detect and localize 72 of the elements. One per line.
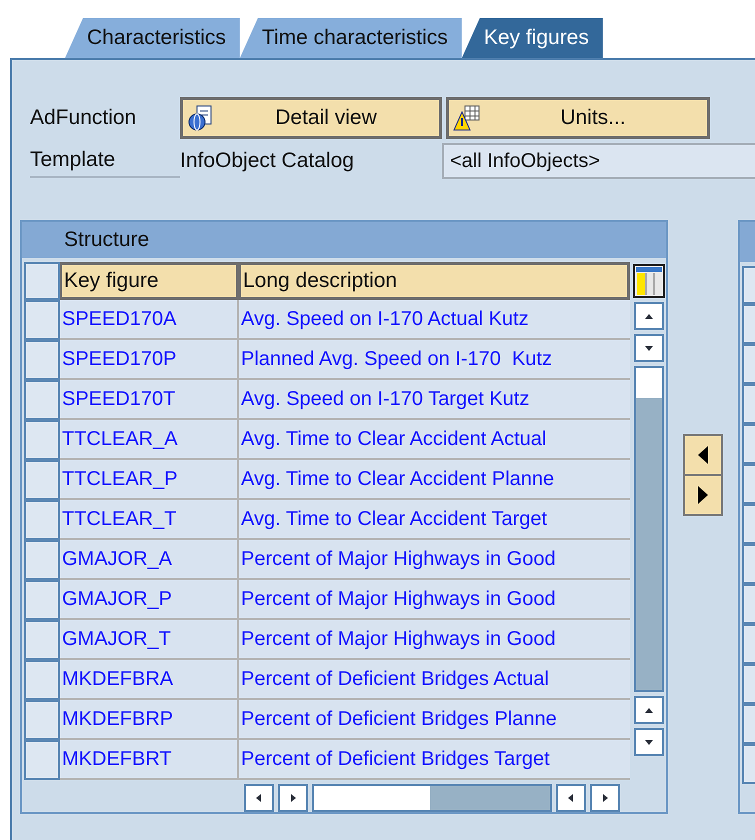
field-label: AdFunction xyxy=(30,105,138,132)
table-cell: Avg. Time to Clear Accident Actual xyxy=(239,420,630,460)
table-cell: Percent of Deficient Bridges Target xyxy=(239,740,630,780)
scroll-down-button[interactable] xyxy=(634,334,664,362)
scrollbar-thumb[interactable] xyxy=(636,368,662,398)
row-selector[interactable] xyxy=(24,340,60,380)
column-header[interactable]: Key figure xyxy=(60,262,239,300)
row-selector[interactable] xyxy=(24,660,60,700)
row-selector[interactable] xyxy=(24,740,60,780)
table-cell: GMAJOR_P xyxy=(60,580,239,620)
table-cell: Percent of Major Highways in Good xyxy=(239,580,630,620)
select-all-cell[interactable] xyxy=(24,262,60,300)
table-cell: Avg. Speed on I-170 Target Kutz xyxy=(239,380,630,420)
template-source: InfoObject Catalog xyxy=(180,148,355,174)
table-cell: TTCLEAR_T xyxy=(60,500,239,540)
triangle-down-icon xyxy=(644,343,654,353)
table-cell: MKDEFBRA xyxy=(60,660,239,700)
row-selector[interactable] xyxy=(24,300,60,340)
template-field[interactable]: <all InfoObjects> xyxy=(442,143,755,179)
panel-header: Structure xyxy=(22,222,666,258)
row-selector[interactable] xyxy=(24,500,60,540)
table-cell: TTCLEAR_A xyxy=(60,420,239,460)
table-cell: GMAJOR_T xyxy=(60,620,239,660)
table-cell: Avg. Speed on I-170 Actual Kutz xyxy=(239,300,630,340)
column-settings-icon[interactable] xyxy=(633,264,665,298)
scroll-up-button[interactable] xyxy=(634,696,664,724)
table-cell: SPEED170T xyxy=(60,380,239,420)
left-triangle-icon xyxy=(697,445,709,465)
row-selector[interactable] xyxy=(24,540,60,580)
table-cell: Planned Avg. Speed on I-170 Kutz xyxy=(239,340,630,380)
row-selector[interactable] xyxy=(24,420,60,460)
table-cell: Percent of Major Highways in Good xyxy=(239,620,630,660)
scroll-right-button[interactable] xyxy=(278,784,308,812)
row-selector[interactable] xyxy=(24,620,60,660)
table-cell: Avg. Time to Clear Accident Planne xyxy=(239,460,630,500)
move-right-button[interactable] xyxy=(685,476,721,514)
right-triangle-icon xyxy=(697,485,709,505)
triangle-left-icon xyxy=(566,793,576,803)
toolbar-button[interactable]: Units... xyxy=(446,97,710,139)
table-cell: TTCLEAR_P xyxy=(60,460,239,500)
table-cell: Percent of Major Highways in Good xyxy=(239,540,630,580)
scroll-up-button[interactable] xyxy=(634,302,664,330)
table-cell: Percent of Deficient Bridges Actual xyxy=(239,660,630,700)
vertical-scrollbar[interactable] xyxy=(634,366,664,692)
triangle-down-icon xyxy=(644,737,654,747)
row-selector[interactable] xyxy=(24,580,60,620)
table-cell: SPEED170P xyxy=(60,340,239,380)
toolbar-button[interactable]: Detail view xyxy=(180,97,442,139)
table-cell: GMAJOR_A xyxy=(60,540,239,580)
horizontal-scrollbar[interactable] xyxy=(312,784,552,812)
table-cell: Avg. Time to Clear Accident Target xyxy=(239,500,630,540)
table-cell: MKDEFBRP xyxy=(60,700,239,740)
table-cell: MKDEFBRT xyxy=(60,740,239,780)
triangle-left-icon xyxy=(254,793,264,803)
move-left-button[interactable] xyxy=(685,436,721,474)
scroll-right-button[interactable] xyxy=(590,784,620,812)
tab[interactable]: Key figures xyxy=(462,18,603,58)
triangle-right-icon xyxy=(600,793,610,803)
scroll-left-button[interactable] xyxy=(556,784,586,812)
scrollbar-thumb[interactable] xyxy=(314,786,430,810)
table-cell: Percent of Deficient Bridges Planne xyxy=(239,700,630,740)
scroll-left-button[interactable] xyxy=(244,784,274,812)
tab[interactable]: Time characteristics xyxy=(240,18,462,58)
row-selector[interactable] xyxy=(24,460,60,500)
row-selector[interactable] xyxy=(24,380,60,420)
scroll-down-button[interactable] xyxy=(634,728,664,756)
triangle-right-icon xyxy=(288,793,298,803)
row-selector[interactable] xyxy=(24,700,60,740)
table-cell: SPEED170A xyxy=(60,300,239,340)
field-label: Template xyxy=(30,144,180,178)
column-header[interactable]: Long description xyxy=(239,262,630,300)
tab[interactable]: Characteristics xyxy=(65,18,240,58)
